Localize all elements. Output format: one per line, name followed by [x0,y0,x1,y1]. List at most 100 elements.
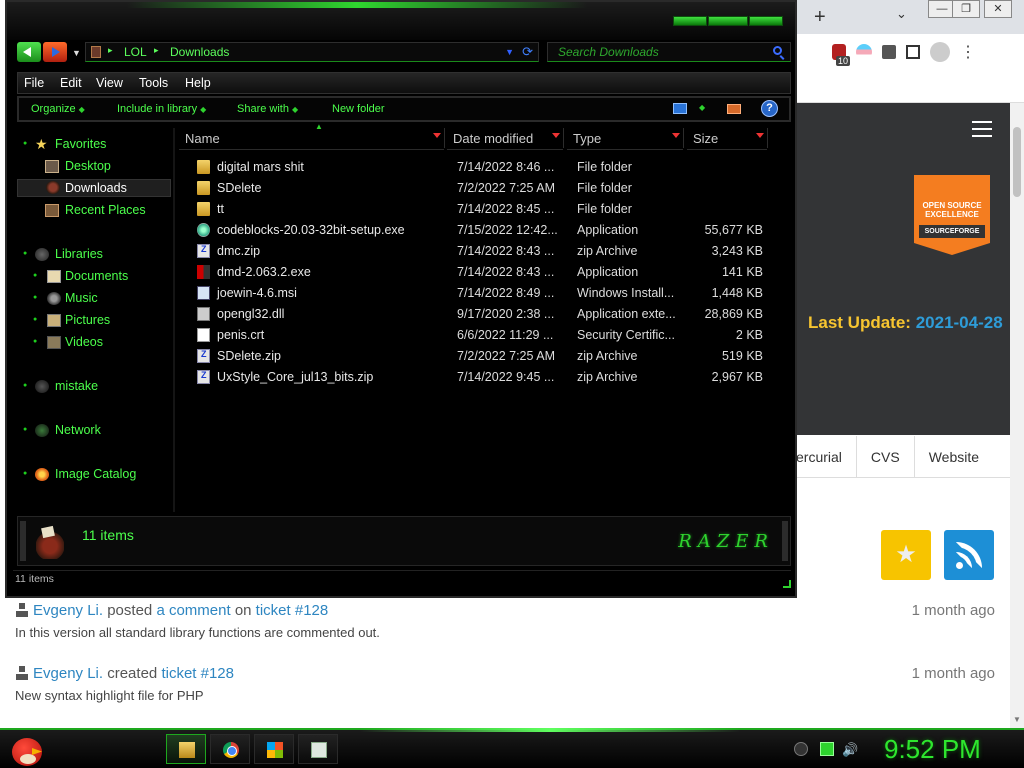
new-folder-button[interactable]: New folder [332,103,385,115]
open-source-excellence-badge[interactable]: OPEN SOURCE EXCELLENCE SOURCEFORGE [914,175,990,255]
nav-favorites[interactable]: ● ★ Favorites [17,136,171,154]
puzzle-extensions-icon[interactable] [882,45,896,59]
expand-bullet-icon[interactable]: ● [33,338,37,345]
back-button[interactable] [17,42,41,62]
scrollbar-thumb[interactable] [1013,127,1021,197]
taskbar-chrome-button[interactable] [210,734,250,764]
search-input[interactable]: Search Downloads [547,42,791,62]
file-row[interactable]: codeblocks-20.03-32bit-setup.exe 7/15/20… [189,220,769,241]
tab-cvs[interactable]: CVS [855,436,914,478]
rss-button[interactable] [944,530,994,580]
search-icon[interactable] [773,46,782,55]
preview-pane-icon[interactable] [727,104,741,114]
address-bar[interactable]: ▸ LOL ▸ Downloads ▼ ⟳ [85,42,539,62]
nav-mistake[interactable]: ● mistake [17,378,171,396]
user-link[interactable]: Evgeny Li. [33,602,103,619]
help-button[interactable]: ? [761,100,778,117]
show-hidden-icons-icon[interactable] [794,742,808,756]
volume-icon[interactable]: 🔊 [842,742,858,757]
organize-button[interactable]: Organize ◆ [31,103,85,115]
flag-extension-icon[interactable] [856,44,872,60]
side-panel-icon[interactable] [906,45,920,59]
address-dropdown-icon[interactable]: ▼ [505,47,514,57]
menu-file[interactable]: File [24,76,44,90]
star-button[interactable]: ★ [881,530,931,580]
column-header-name[interactable]: Name [179,126,445,150]
menu-view[interactable]: View [96,76,123,90]
file-row[interactable]: opengl32.dll 9/17/2020 2:38 ... Applicat… [189,304,769,325]
tab-website[interactable]: Website [913,436,993,478]
column-filter-arrow-icon[interactable] [672,133,680,142]
expand-bullet-icon[interactable]: ● [23,382,27,389]
close-button[interactable] [749,16,783,26]
maximize-button[interactable] [708,16,748,26]
start-button[interactable] [8,732,48,768]
close-button[interactable]: ✕ [984,0,1012,18]
file-row[interactable]: tt 7/14/2022 8:45 ... File folder [189,199,769,220]
page-scrollbar[interactable]: ▼ [1010,103,1024,728]
expand-bullet-icon[interactable]: ● [23,250,27,257]
nav-music[interactable]: ● Music [17,290,171,308]
nav-videos[interactable]: ● Videos [17,334,171,352]
recent-pages-chevron-icon[interactable]: ▼ [72,48,81,58]
breadcrumb-separator-icon[interactable]: ▸ [108,45,113,56]
tab-search-chevron-icon[interactable]: ⌄ [896,6,907,22]
file-row[interactable]: penis.crt 6/6/2022 11:29 ... Security Ce… [189,325,769,346]
taskbar-explorer-button[interactable] [166,734,206,764]
clock[interactable]: 9:52 PM [884,734,981,765]
scroll-down-arrow-icon[interactable]: ▼ [1013,715,1021,724]
nav-downloads[interactable]: Downloads [17,179,171,197]
refresh-icon[interactable]: ⟳ [522,44,533,60]
file-row[interactable]: UxStyle_Core_jul13_bits.zip 7/14/2022 9:… [189,367,769,388]
column-filter-arrow-icon[interactable] [756,133,764,142]
browser-menu-icon[interactable]: ⋮ [960,42,976,62]
expand-bullet-icon[interactable]: ● [33,316,37,323]
nav-pictures[interactable]: ● Pictures [17,312,171,330]
pane-splitter[interactable] [173,128,175,512]
new-tab-button[interactable]: + [814,6,826,29]
user-link[interactable]: Evgeny Li. [33,665,103,682]
forward-button[interactable] [43,42,67,62]
shield-extension-icon[interactable]: 10 [832,44,851,66]
nav-libraries[interactable]: ● Libraries [17,246,171,264]
file-row[interactable]: joewin-4.6.msi 7/14/2022 8:49 ... Window… [189,283,769,304]
minimize-button[interactable] [673,16,707,26]
network-tray-icon[interactable] [820,742,834,756]
file-row[interactable]: SDelete.zip 7/2/2022 7:25 AM zip Archive… [189,346,769,367]
view-options-gem-icon[interactable]: ◆ [699,103,705,112]
resize-grip-icon[interactable] [783,580,791,588]
change-view-icon[interactable] [673,103,687,114]
column-header-size[interactable]: Size [687,126,768,150]
explorer-titlebar[interactable] [7,2,795,40]
hamburger-menu-icon[interactable] [972,121,992,137]
share-with-button[interactable]: Share with ◆ [237,103,298,115]
column-header-date[interactable]: Date modified [447,126,564,150]
file-row[interactable]: dmd-2.063.2.exe 7/14/2022 8:43 ... Appli… [189,262,769,283]
menu-tools[interactable]: Tools [139,76,168,90]
tab-mercurial[interactable]: ercurial [796,436,856,478]
menu-help[interactable]: Help [185,76,211,90]
column-filter-arrow-icon[interactable] [433,133,441,142]
taskbar-app-button[interactable] [298,734,338,764]
nav-network[interactable]: ● Network [17,422,171,440]
nav-documents[interactable]: ● Documents [17,268,171,286]
ticket-link[interactable]: ticket #128 [256,602,329,619]
nav-image-catalog[interactable]: ● Image Catalog [17,466,171,484]
breadcrumb-downloads[interactable]: Downloads [170,45,229,59]
include-in-library-button[interactable]: Include in library ◆ [117,103,206,115]
menu-edit[interactable]: Edit [60,76,82,90]
file-row[interactable]: SDelete 7/2/2022 7:25 AM File folder [189,178,769,199]
expand-bullet-icon[interactable]: ● [23,470,27,477]
file-row[interactable]: dmc.zip 7/14/2022 8:43 ... zip Archive 3… [189,241,769,262]
breadcrumb-lol[interactable]: LOL [124,45,147,59]
nav-recent-places[interactable]: Recent Places [17,202,171,220]
expand-bullet-icon[interactable]: ● [23,140,27,147]
file-row[interactable]: digital mars shit 7/14/2022 8:46 ... Fil… [189,157,769,178]
expand-bullet-icon[interactable]: ● [33,294,37,301]
ticket-link[interactable]: ticket #128 [161,665,234,682]
column-header-type[interactable]: Type [567,126,684,150]
nav-desktop[interactable]: Desktop [17,158,171,176]
comment-link[interactable]: a comment [156,602,230,619]
profile-avatar-icon[interactable] [930,42,950,62]
taskbar-windows-button[interactable] [254,734,294,764]
